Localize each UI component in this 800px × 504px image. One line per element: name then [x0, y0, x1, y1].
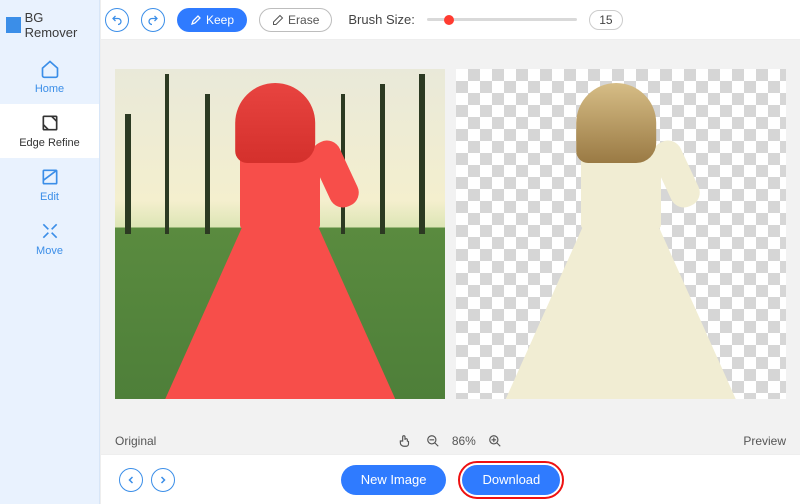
redo-button[interactable]: [141, 8, 165, 32]
brush-size-label: Brush Size:: [348, 12, 414, 27]
preview-pane: [452, 50, 791, 418]
pan-button[interactable]: [396, 432, 414, 450]
edit-icon: [40, 167, 60, 187]
app-logo-icon: [6, 17, 21, 33]
zoom-in-icon: [488, 434, 502, 448]
download-button[interactable]: Download: [462, 465, 560, 495]
erase-label: Erase: [288, 13, 319, 27]
chevron-left-icon: [125, 474, 137, 486]
sidebar: BG Remover Home Edge Refine Edit Move: [0, 0, 100, 504]
selection-overlay: [150, 109, 410, 399]
preview-label: Preview: [743, 434, 786, 448]
next-button[interactable]: [151, 468, 175, 492]
undo-icon: [111, 14, 123, 26]
sidebar-item-label: Edge Refine: [19, 137, 80, 149]
app-title-text: BG Remover: [25, 10, 93, 40]
main-area: Keep Erase Brush Size: 15: [100, 0, 800, 504]
original-label: Original: [115, 434, 156, 448]
brush-keep-icon: [190, 14, 202, 26]
sidebar-item-label: Move: [36, 245, 63, 257]
brush-size-value: 15: [589, 10, 623, 30]
cutout-result: [491, 109, 751, 399]
keep-label: Keep: [206, 13, 234, 27]
sidebar-item-home[interactable]: Home: [0, 50, 99, 104]
new-image-button[interactable]: New Image: [341, 465, 447, 495]
slider-thumb[interactable]: [444, 15, 454, 25]
erase-button[interactable]: Erase: [259, 8, 332, 32]
eraser-icon: [272, 14, 284, 26]
status-bar: Original 86% Preview: [101, 428, 800, 454]
home-icon: [40, 59, 60, 79]
workspace: Original 86% Preview: [101, 40, 800, 454]
prev-button[interactable]: [119, 468, 143, 492]
original-canvas[interactable]: [115, 69, 445, 399]
zoom-in-button[interactable]: [486, 432, 504, 450]
undo-button[interactable]: [105, 8, 129, 32]
zoom-value: 86%: [452, 434, 476, 448]
zoom-out-button[interactable]: [424, 432, 442, 450]
sidebar-item-edge-refine[interactable]: Edge Refine: [0, 104, 99, 158]
edge-refine-icon: [40, 113, 60, 133]
app-title: BG Remover: [0, 0, 99, 50]
zoom-out-icon: [426, 434, 440, 448]
chevron-right-icon: [157, 474, 169, 486]
keep-button[interactable]: Keep: [177, 8, 247, 32]
sidebar-item-edit[interactable]: Edit: [0, 158, 99, 212]
original-pane: [111, 50, 450, 418]
sidebar-item-label: Edit: [40, 191, 59, 203]
toolbar: Keep Erase Brush Size: 15: [101, 0, 800, 40]
move-icon: [40, 221, 60, 241]
sidebar-item-label: Home: [35, 83, 64, 95]
footer: New Image Download: [101, 454, 800, 504]
sidebar-item-move[interactable]: Move: [0, 212, 99, 266]
brush-size-slider[interactable]: [427, 10, 577, 30]
preview-canvas[interactable]: [456, 69, 786, 399]
hand-icon: [398, 434, 412, 448]
redo-icon: [147, 14, 159, 26]
